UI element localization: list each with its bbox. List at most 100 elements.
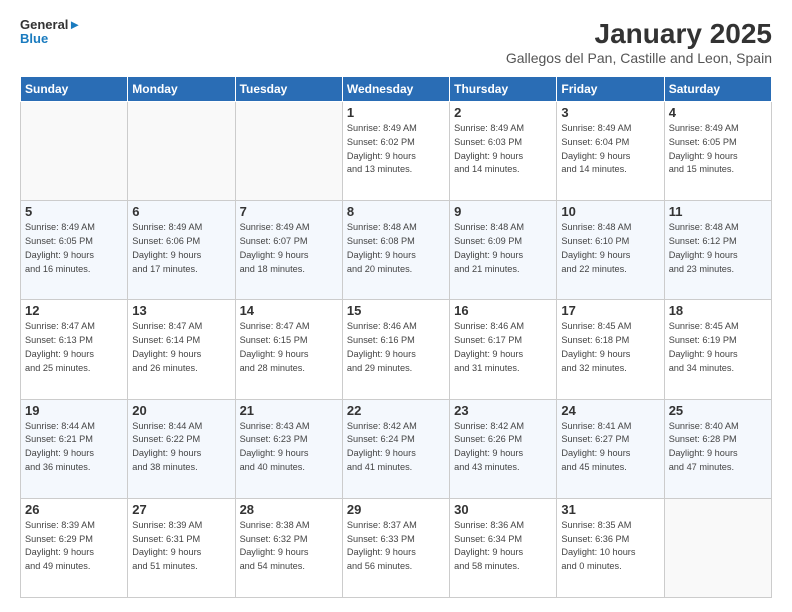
day-cell-22: 22 Sunrise: 8:42 AMSunset: 6:24 PMDayligh…: [342, 399, 449, 498]
main-title: January 2025: [506, 18, 772, 50]
col-header-tuesday: Tuesday: [235, 77, 342, 102]
day-cell-4: 4Sunrise: 8:49 AMSunset: 6:05 PMDaylight…: [664, 102, 771, 201]
day-number: 26: [25, 502, 123, 517]
day-cell-15: 15 Sunrise: 8:46 AMSunset: 6:16 PMDayligh…: [342, 300, 449, 399]
day-cell-6: 6 Sunrise: 8:49 AMSunset: 6:06 PMDaylight…: [128, 201, 235, 300]
day-cell-19: 19 Sunrise: 8:44 AMSunset: 6:21 PMDayligh…: [21, 399, 128, 498]
day-number: 24: [561, 403, 659, 418]
day-info: Sunrise: 8:48 AMSunset: 6:08 PMDaylight:…: [347, 221, 445, 276]
header: General► Blue January 2025 Gallegos del …: [20, 18, 772, 66]
day-number: 22: [347, 403, 445, 418]
day-info: Sunrise: 8:35 AMSunset: 6:36 PMDaylight:…: [561, 519, 659, 574]
logo-general: General►: [20, 18, 81, 32]
day-cell-21: 21Sunrise: 8:43 AMSunset: 6:23 PMDayligh…: [235, 399, 342, 498]
day-info: Sunrise: 8:47 AMSunset: 6:13 PMDaylight:…: [25, 320, 123, 375]
day-number: 23: [454, 403, 552, 418]
day-info: Sunrise: 8:49 AMSunset: 6:06 PMDaylight:…: [132, 221, 230, 276]
day-cell-28: 28Sunrise: 8:38 AMSunset: 6:32 PMDayligh…: [235, 498, 342, 597]
day-info: Sunrise: 8:39 AMSunset: 6:29 PMDaylight:…: [25, 519, 123, 574]
day-cell-13: 13 Sunrise: 8:47 AMSunset: 6:14 PMDayligh…: [128, 300, 235, 399]
col-header-monday: Monday: [128, 77, 235, 102]
day-info: Sunrise: 8:41 AMSunset: 6:27 PMDaylight:…: [561, 420, 659, 475]
day-info: Sunrise: 8:47 AMSunset: 6:14 PMDaylight:…: [132, 320, 230, 375]
day-info: Sunrise: 8:43 AMSunset: 6:23 PMDaylight:…: [240, 420, 338, 475]
week-row-1: 1 Sunrise: 8:49 AMSunset: 6:02 PMDaylight…: [21, 102, 772, 201]
day-info: Sunrise: 8:42 AMSunset: 6:26 PMDaylight:…: [454, 420, 552, 475]
day-cell-27: 27 Sunrise: 8:39 AMSunset: 6:31 PMDayligh…: [128, 498, 235, 597]
day-number: 30: [454, 502, 552, 517]
subtitle: Gallegos del Pan, Castille and Leon, Spa…: [506, 50, 772, 66]
day-number: 29: [347, 502, 445, 517]
day-number: 19: [25, 403, 123, 418]
day-info: Sunrise: 8:48 AMSunset: 6:10 PMDaylight:…: [561, 221, 659, 276]
day-number: 11: [669, 204, 767, 219]
day-info: Sunrise: 8:48 AMSunset: 6:12 PMDaylight:…: [669, 221, 767, 276]
week-row-2: 5Sunrise: 8:49 AMSunset: 6:05 PMDaylight…: [21, 201, 772, 300]
page: General► Blue January 2025 Gallegos del …: [0, 0, 792, 612]
day-info: Sunrise: 8:49 AMSunset: 6:07 PMDaylight:…: [240, 221, 338, 276]
day-info: Sunrise: 8:37 AMSunset: 6:33 PMDaylight:…: [347, 519, 445, 574]
day-cell-3: 3 Sunrise: 8:49 AMSunset: 6:04 PMDaylight…: [557, 102, 664, 201]
day-number: 15: [347, 303, 445, 318]
day-info: Sunrise: 8:45 AMSunset: 6:19 PMDaylight:…: [669, 320, 767, 375]
col-header-friday: Friday: [557, 77, 664, 102]
logo: General► Blue: [20, 18, 81, 47]
day-number: 1: [347, 105, 445, 120]
day-info: Sunrise: 8:39 AMSunset: 6:31 PMDaylight:…: [132, 519, 230, 574]
day-number: 12: [25, 303, 123, 318]
day-number: 8: [347, 204, 445, 219]
day-info: Sunrise: 8:46 AMSunset: 6:17 PMDaylight:…: [454, 320, 552, 375]
day-number: 6: [132, 204, 230, 219]
empty-cell: [128, 102, 235, 201]
day-cell-5: 5Sunrise: 8:49 AMSunset: 6:05 PMDaylight…: [21, 201, 128, 300]
day-info: Sunrise: 8:49 AMSunset: 6:04 PMDaylight:…: [561, 122, 659, 177]
day-number: 31: [561, 502, 659, 517]
day-cell-29: 29 Sunrise: 8:37 AMSunset: 6:33 PMDayligh…: [342, 498, 449, 597]
day-number: 14: [240, 303, 338, 318]
day-number: 16: [454, 303, 552, 318]
day-info: Sunrise: 8:49 AMSunset: 6:02 PMDaylight:…: [347, 122, 445, 177]
day-number: 20: [132, 403, 230, 418]
day-info: Sunrise: 8:45 AMSunset: 6:18 PMDaylight:…: [561, 320, 659, 375]
day-number: 13: [132, 303, 230, 318]
day-info: Sunrise: 8:48 AMSunset: 6:09 PMDaylight:…: [454, 221, 552, 276]
day-number: 17: [561, 303, 659, 318]
day-info: Sunrise: 8:46 AMSunset: 6:16 PMDaylight:…: [347, 320, 445, 375]
day-number: 27: [132, 502, 230, 517]
day-cell-8: 8 Sunrise: 8:48 AMSunset: 6:08 PMDaylight…: [342, 201, 449, 300]
day-cell-10: 10 Sunrise: 8:48 AMSunset: 6:10 PMDayligh…: [557, 201, 664, 300]
day-cell-12: 12 Sunrise: 8:47 AMSunset: 6:13 PMDayligh…: [21, 300, 128, 399]
day-info: Sunrise: 8:49 AMSunset: 6:05 PMDaylight:…: [669, 122, 767, 177]
day-cell-24: 24 Sunrise: 8:41 AMSunset: 6:27 PMDayligh…: [557, 399, 664, 498]
day-info: Sunrise: 8:38 AMSunset: 6:32 PMDaylight:…: [240, 519, 338, 574]
day-info: Sunrise: 8:36 AMSunset: 6:34 PMDaylight:…: [454, 519, 552, 574]
day-number: 2: [454, 105, 552, 120]
day-cell-20: 20Sunrise: 8:44 AMSunset: 6:22 PMDayligh…: [128, 399, 235, 498]
day-info: Sunrise: 8:42 AMSunset: 6:24 PMDaylight:…: [347, 420, 445, 475]
day-number: 3: [561, 105, 659, 120]
col-header-sunday: Sunday: [21, 77, 128, 102]
day-number: 7: [240, 204, 338, 219]
empty-cell: [21, 102, 128, 201]
day-number: 10: [561, 204, 659, 219]
week-row-4: 19 Sunrise: 8:44 AMSunset: 6:21 PMDayligh…: [21, 399, 772, 498]
empty-cell: [664, 498, 771, 597]
day-number: 9: [454, 204, 552, 219]
logo-blue: Blue: [20, 32, 81, 46]
day-info: Sunrise: 8:49 AMSunset: 6:03 PMDaylight:…: [454, 122, 552, 177]
col-header-thursday: Thursday: [450, 77, 557, 102]
week-row-3: 12 Sunrise: 8:47 AMSunset: 6:13 PMDayligh…: [21, 300, 772, 399]
day-number: 25: [669, 403, 767, 418]
day-cell-23: 23 Sunrise: 8:42 AMSunset: 6:26 PMDayligh…: [450, 399, 557, 498]
day-cell-11: 11 Sunrise: 8:48 AMSunset: 6:12 PMDayligh…: [664, 201, 771, 300]
day-cell-18: 18Sunrise: 8:45 AMSunset: 6:19 PMDayligh…: [664, 300, 771, 399]
day-cell-17: 17 Sunrise: 8:45 AMSunset: 6:18 PMDayligh…: [557, 300, 664, 399]
day-info: Sunrise: 8:49 AMSunset: 6:05 PMDaylight:…: [25, 221, 123, 276]
day-info: Sunrise: 8:40 AMSunset: 6:28 PMDaylight:…: [669, 420, 767, 475]
day-cell-9: 9 Sunrise: 8:48 AMSunset: 6:09 PMDaylight…: [450, 201, 557, 300]
title-block: January 2025 Gallegos del Pan, Castille …: [506, 18, 772, 66]
day-info: Sunrise: 8:44 AMSunset: 6:21 PMDaylight:…: [25, 420, 123, 475]
col-header-wednesday: Wednesday: [342, 77, 449, 102]
day-cell-2: 2 Sunrise: 8:49 AMSunset: 6:03 PMDaylight…: [450, 102, 557, 201]
day-cell-1: 1 Sunrise: 8:49 AMSunset: 6:02 PMDaylight…: [342, 102, 449, 201]
